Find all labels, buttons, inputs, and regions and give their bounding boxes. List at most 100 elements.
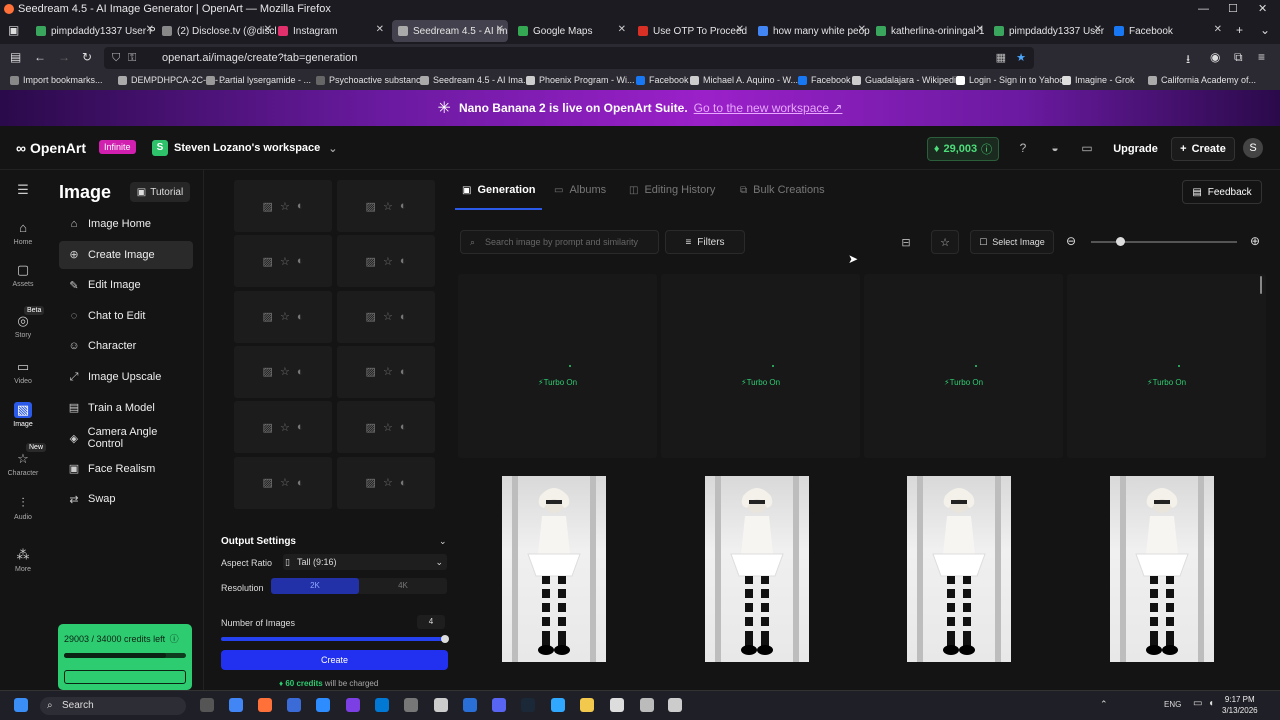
media-icon[interactable]: [610, 698, 624, 712]
zoom-in-icon[interactable]: ⊕: [1250, 234, 1260, 248]
close-tab-icon[interactable]: ✕: [264, 24, 272, 35]
num-images-slider[interactable]: [221, 635, 449, 643]
tutorial-button[interactable]: ▣ Tutorial: [130, 182, 190, 202]
menu-item-edit-image[interactable]: ✎ Edit Image: [59, 271, 193, 299]
bookmark-item[interactable]: Partial lysergamide - ...: [206, 75, 311, 85]
zoom-knob[interactable]: [1116, 237, 1125, 246]
menu-item-image-upscale[interactable]: ⤢ Image Upscale: [59, 363, 193, 391]
menu-item-face-realism[interactable]: ▣ Face Realism: [59, 455, 193, 483]
volume-icon[interactable]: ◖: [1208, 698, 1214, 709]
network-icon[interactable]: ▭: [1193, 698, 1202, 709]
bookmark-item[interactable]: Import bookmarks...: [10, 75, 103, 85]
style-thumbnail[interactable]: ▨ ☆ ◐: [234, 345, 332, 398]
app-icon[interactable]: [346, 698, 360, 712]
chrome-icon[interactable]: [229, 698, 243, 712]
shield-icon[interactable]: ⛉: [112, 47, 120, 69]
sidebar-toggle-icon[interactable]: ▤: [10, 50, 21, 64]
docs-icon[interactable]: [316, 698, 330, 712]
close-tab-icon[interactable]: ✕: [618, 24, 626, 35]
firefox-icon[interactable]: [258, 698, 272, 712]
style-thumbnail[interactable]: ▨ ☆ ◐: [337, 456, 435, 509]
banner-link[interactable]: Go to the new workspace ↗: [694, 101, 843, 115]
tab-overflow-icon[interactable]: ⌄: [1260, 23, 1270, 37]
slider-knob[interactable]: [441, 635, 449, 643]
tool-icon[interactable]: [463, 698, 477, 712]
style-thumbnail[interactable]: ▨ ☆ ◐: [337, 345, 435, 398]
rail-assets[interactable]: ▢ Assets: [0, 262, 46, 288]
credits-display[interactable]: ♦ 29,003 ⓘ: [927, 137, 999, 161]
style-thumbnail[interactable]: ▨ ☆ ◐: [234, 180, 332, 232]
style-thumbnail[interactable]: ▨ ☆ ◐: [234, 235, 332, 288]
bookmark-item[interactable]: Facebook: [636, 75, 689, 85]
menu-item-image-home[interactable]: ⌂ Image Home: [59, 210, 193, 238]
aspect-ratio-select[interactable]: ▯ Tall (9:16) ⌄: [283, 554, 447, 570]
openart-logo[interactable]: ∞ OpenArt: [16, 140, 86, 156]
bookmark-star-icon[interactable]: ★: [1016, 47, 1026, 69]
create-button[interactable]: Create: [221, 650, 448, 670]
style-thumbnail[interactable]: ▨ ☆ ◐: [337, 235, 435, 288]
tab-albums[interactable]: ▭ Albums: [554, 184, 606, 196]
files-icon[interactable]: [580, 698, 594, 712]
filters-button[interactable]: ≡ Filters: [665, 230, 745, 254]
url-text[interactable]: openart.ai/image/create?tab=generation: [162, 52, 357, 64]
scrollbar[interactable]: [1260, 276, 1262, 294]
reader-view-icon[interactable]: ▦: [996, 47, 1006, 69]
browser-tab[interactable]: Instagram ✕: [272, 20, 388, 42]
hamburger-icon[interactable]: ☰: [14, 182, 32, 198]
select-image-button[interactable]: ☐ Select Image: [970, 230, 1054, 254]
browser-tab[interactable]: pimpdaddy1337 User P ✕: [988, 20, 1106, 42]
style-thumbnail[interactable]: ▨ ☆ ◐: [234, 290, 332, 343]
rail-more[interactable]: ⁂ More: [0, 547, 46, 573]
menu-item-create-image[interactable]: ⊕ Create Image: [59, 240, 193, 269]
reload-button[interactable]: ↻: [82, 50, 92, 64]
menu-item-camera-angle-control[interactable]: ◈ Camera Angle Control: [59, 424, 193, 452]
style-thumbnail[interactable]: ▨ ☆ ◐: [337, 401, 435, 454]
close-tab-icon[interactable]: ✕: [1094, 24, 1102, 35]
bookmark-item[interactable]: Psychoactive substanc...: [316, 75, 428, 85]
generated-image[interactable]: [502, 476, 606, 662]
num-images-input[interactable]: 4: [417, 615, 445, 629]
menu-icon[interactable]: ≡: [1258, 50, 1265, 64]
extensions-icon[interactable]: ⧉: [1234, 50, 1243, 65]
help-icon[interactable]: ?: [1015, 141, 1031, 157]
zoom-slider[interactable]: [1091, 241, 1237, 243]
close-tab-icon[interactable]: ✕: [146, 24, 154, 35]
bookmark-item[interactable]: Michael A. Aquino - W...: [690, 75, 798, 85]
style-thumbnail[interactable]: ▨ ☆ ◐: [234, 401, 332, 454]
browser-tab[interactable]: Seedream 4.5 - AI Imag✕: [392, 20, 508, 42]
monitor-icon[interactable]: ▭: [1079, 141, 1095, 157]
stats-icon[interactable]: [434, 698, 448, 712]
close-window-button[interactable]: ✕: [1258, 0, 1267, 18]
vscode-icon[interactable]: [287, 698, 301, 712]
generated-image[interactable]: [1110, 476, 1214, 662]
menu-item-character[interactable]: ☺ Character: [59, 332, 193, 360]
maximize-button[interactable]: ☐: [1228, 0, 1238, 18]
browser-tab[interactable]: Google Maps ✕: [512, 20, 630, 42]
task-view-icon[interactable]: [200, 698, 214, 712]
close-tab-icon[interactable]: ✕: [1214, 24, 1222, 35]
downloads-icon[interactable]: ⭳: [1186, 50, 1190, 71]
language-indicator[interactable]: ENG: [1164, 700, 1181, 709]
user-avatar[interactable]: S: [1243, 138, 1263, 158]
menu-item-swap[interactable]: ⇄ Swap: [59, 485, 193, 513]
upgrade-button[interactable]: Upgrade: [1108, 137, 1163, 161]
resolution-toggle[interactable]: 2K 4K: [271, 578, 447, 594]
browser-tab[interactable]: (2) Disclose.tv (@disclo ✕: [156, 20, 276, 42]
tab-bulk-creations[interactable]: ⧉ Bulk Creations: [740, 184, 825, 196]
feedback-button[interactable]: ▤ Feedback: [1182, 180, 1262, 204]
style-thumbnail[interactable]: ▨ ☆ ◐: [337, 290, 435, 343]
workspace-selector[interactable]: S Steven Lozano's workspace ⌄: [152, 136, 338, 160]
collapse-chevron-icon[interactable]: ⌄: [439, 536, 447, 547]
clock[interactable]: 9:17 PM 3/13/2026: [1222, 694, 1258, 716]
minimize-button[interactable]: —: [1198, 0, 1209, 18]
account-icon[interactable]: ◉: [1210, 50, 1220, 64]
outlook-icon[interactable]: [375, 698, 389, 712]
bookmark-item[interactable]: Facebook: [798, 75, 851, 85]
rail-image[interactable]: ▧ Image: [0, 402, 46, 428]
resolution-4k[interactable]: 4K: [359, 578, 447, 594]
forward-button[interactable]: →: [58, 50, 70, 64]
rail-home[interactable]: ⌂ Home: [0, 220, 46, 246]
close-tab-icon[interactable]: ✕: [496, 24, 504, 35]
app-icon[interactable]: [668, 698, 682, 712]
close-tab-icon[interactable]: ✕: [736, 24, 744, 35]
